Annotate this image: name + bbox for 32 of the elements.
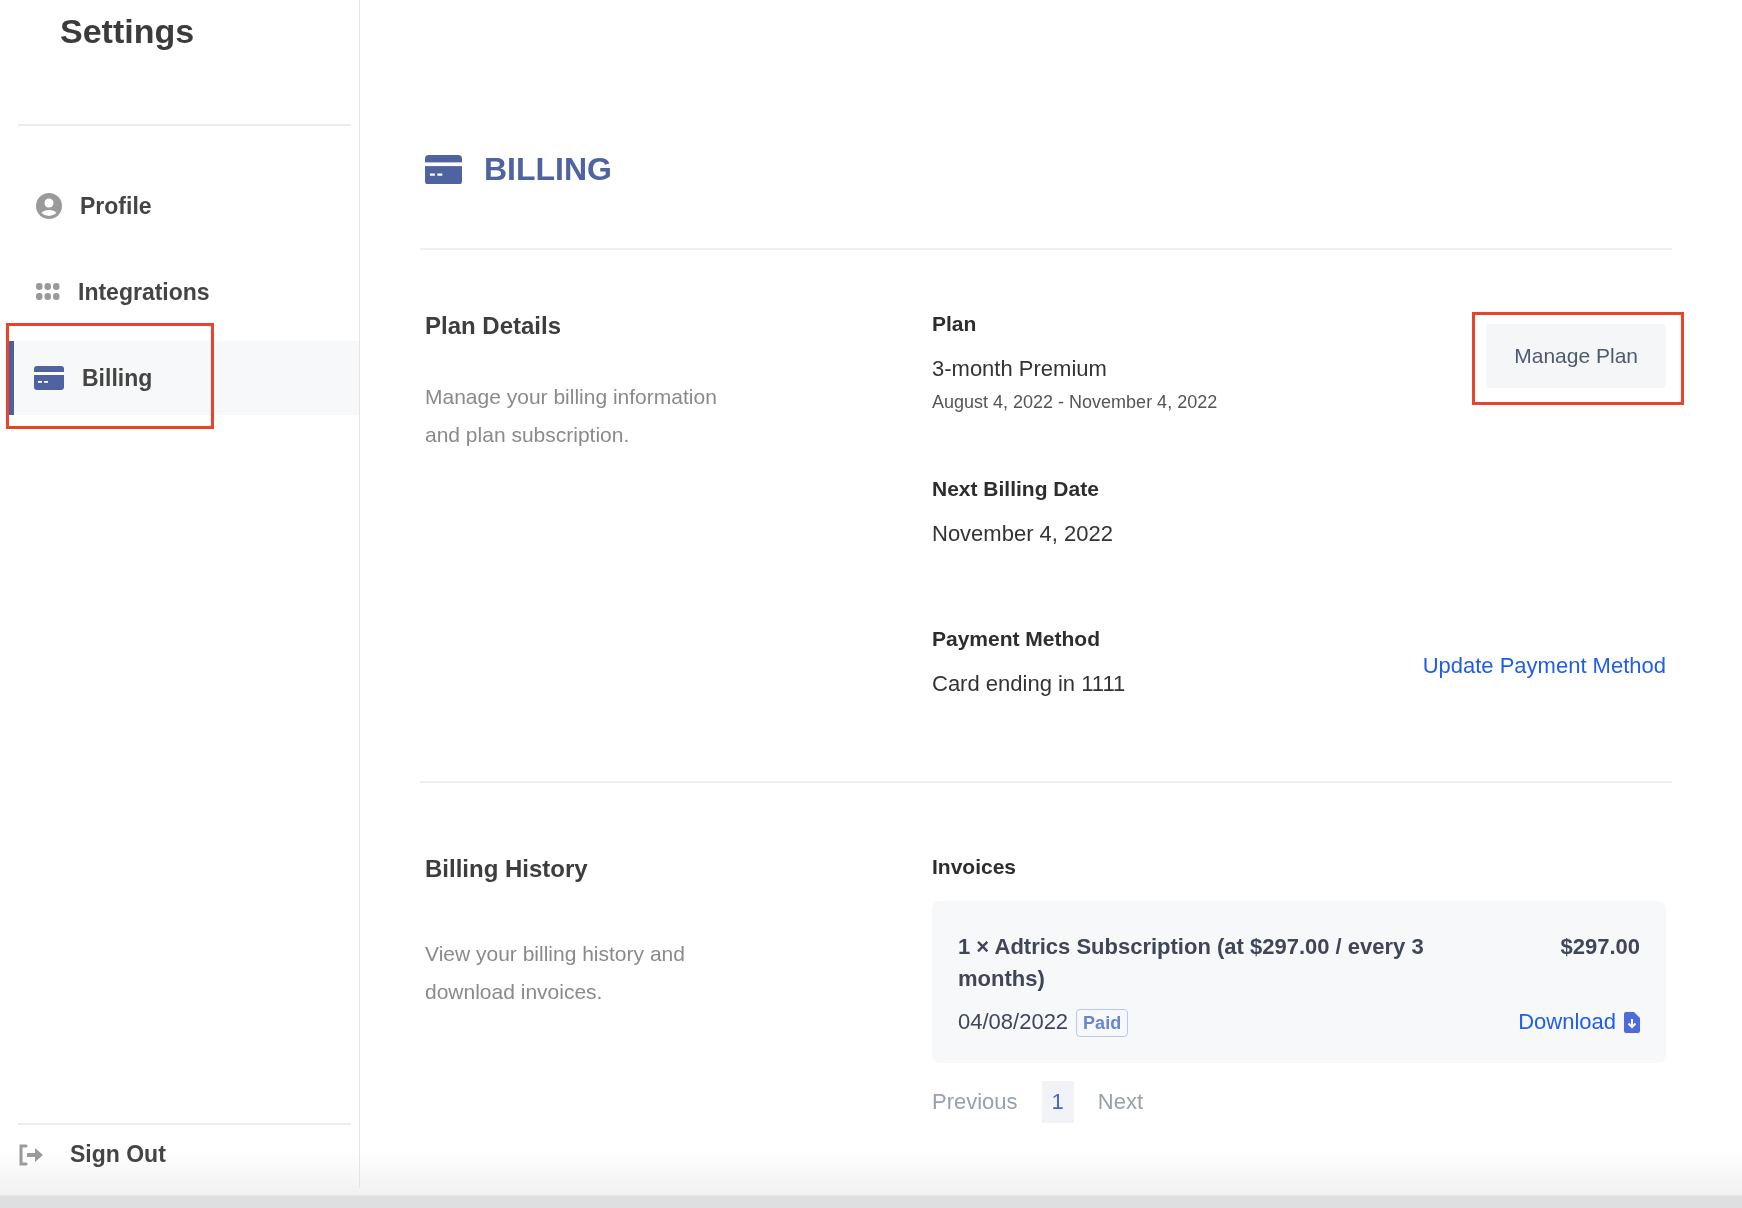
sidebar-title: Settings bbox=[60, 12, 196, 52]
sign-out-icon bbox=[18, 1143, 44, 1166]
plan-period: August 4, 2022 - November 4, 2022 bbox=[932, 392, 1218, 413]
credit-card-icon bbox=[425, 154, 462, 185]
file-download-icon bbox=[1624, 1011, 1640, 1033]
page-number[interactable]: 1 bbox=[1041, 1081, 1074, 1123]
section-heading: Plan Details bbox=[425, 312, 563, 340]
nav-item[interactable]: Profile bbox=[12, 169, 359, 243]
section-description: Manage your billing information and plan subscription. bbox=[425, 384, 718, 448]
nav-item[interactable]: Integrations bbox=[12, 255, 359, 329]
invoice-amount: $297.00 bbox=[1560, 933, 1640, 961]
grid-icon bbox=[36, 283, 60, 301]
invoice-description: 1 × Adtrics Subscription (at $297.00 / every 3 months) bbox=[958, 933, 1425, 993]
download-link[interactable]: Download bbox=[1518, 1009, 1640, 1035]
nav-item[interactable]: Billing bbox=[8, 341, 359, 415]
section-heading: Billing History bbox=[425, 855, 589, 883]
field-label: Payment Method bbox=[932, 627, 1102, 651]
sign-out-link[interactable]: Sign Out bbox=[70, 1141, 166, 1168]
credit-card-icon bbox=[34, 366, 64, 390]
user-icon bbox=[36, 193, 62, 219]
field-label: Next Billing Date bbox=[932, 477, 1100, 501]
payment-method: Card ending in 1111 bbox=[932, 671, 1126, 697]
page-title: BILLING bbox=[484, 151, 612, 188]
section-description: View your billing history and download invoices. bbox=[425, 941, 686, 1005]
status-badge: Paid bbox=[1076, 1009, 1129, 1037]
invoice-date: 04/08/2022 bbox=[958, 1009, 1069, 1034]
plan-name: 3-month Premium bbox=[932, 356, 1108, 382]
update-payment-link[interactable]: Update Payment Method bbox=[1422, 653, 1666, 679]
next-billing-date: November 4, 2022 bbox=[932, 521, 1114, 547]
field-label: Plan bbox=[932, 312, 978, 336]
field-label: Invoices bbox=[932, 855, 1018, 879]
manage-plan-button[interactable]: Manage Plan bbox=[1486, 324, 1666, 388]
